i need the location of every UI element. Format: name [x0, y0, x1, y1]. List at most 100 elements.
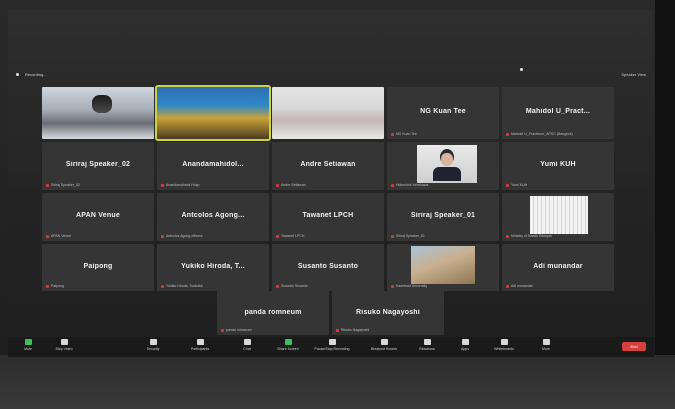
- participant-tile[interactable]: panda romneum panda romneum: [217, 291, 329, 335]
- muted-mic-icon: [391, 234, 394, 238]
- participant-tile[interactable]: Adi munandar Adi munandar: [502, 244, 614, 291]
- participant-name: APAN Venue: [76, 212, 120, 220]
- participant-label: APAN Venue: [51, 234, 72, 238]
- participant-label: Adi munandar: [511, 284, 533, 288]
- muted-mic-icon: [391, 132, 394, 136]
- participant-tile[interactable]: APAN Venue APAN Venue: [42, 193, 154, 241]
- participant-tile[interactable]: Andre Setiawan Andre Setiawan: [272, 142, 384, 190]
- participant-label: Kasetsart University: [396, 284, 428, 288]
- participants-icon: [196, 339, 204, 345]
- stop-video-button[interactable]: Stop Video: [44, 339, 84, 356]
- participant-tile[interactable]: NG Kuan Tee NG Kuan Tee: [387, 87, 499, 139]
- participant-tile[interactable]: Paipong Paipong: [42, 244, 154, 291]
- muted-mic-icon: [276, 234, 279, 238]
- person-suit: [433, 167, 461, 181]
- participant-tile[interactable]: Anandamahidol... Anandamahidol Hosp: [157, 142, 269, 190]
- participant-label: Risuko Nagayoshi: [341, 328, 370, 332]
- whiteboards-label: Whiteboards: [494, 347, 514, 351]
- muted-mic-icon: [46, 234, 49, 238]
- recording-label: Recording...: [25, 72, 47, 77]
- view-switcher[interactable]: Speaker View: [621, 72, 646, 77]
- participant-tile[interactable]: Siriraj Speaker_02 Siriraj Speaker_02: [42, 142, 154, 190]
- participant-tile[interactable]: Siriraj Speaker_01 Siriraj Speaker_01: [387, 193, 499, 241]
- view-label[interactable]: Speaker View: [621, 72, 646, 77]
- muted-mic-icon: [161, 284, 164, 288]
- share-screen-label: Share Screen: [277, 347, 299, 351]
- participant-label: Mahidol U_Practicum_APSC (Bangkok): [511, 132, 573, 136]
- participant-tile-active-speaker[interactable]: [155, 85, 271, 141]
- participant-label: Anandamahidol Hosp: [166, 183, 200, 187]
- breakout-rooms-button[interactable]: Breakout Rooms: [364, 339, 404, 356]
- participant-name: Yukiko Hiroda, T...: [181, 262, 245, 270]
- muted-mic-icon: [161, 234, 164, 238]
- share-screen-button[interactable]: Share Screen: [268, 339, 308, 356]
- reactions-button[interactable]: Reactions: [407, 339, 447, 356]
- more-label: More: [542, 347, 550, 351]
- whiteboard-icon: [500, 339, 508, 345]
- recording-button-label: Pause/Stop Recording: [314, 347, 350, 351]
- person-face: [441, 153, 453, 166]
- participant-tile[interactable]: Ministry of Health Ethiopia: [502, 193, 614, 241]
- participant-name: Paipong: [83, 262, 113, 270]
- muted-mic-icon: [336, 328, 339, 332]
- participant-tile[interactable]: Tawanet LPCH Tawanet LPCH: [272, 193, 384, 241]
- meeting-topbar: Recording... Speaker View: [8, 10, 654, 80]
- participant-label: Hidemichi Yonekawa: [396, 183, 429, 187]
- breakout-icon: [380, 339, 388, 345]
- participant-name: Tawanet LPCH: [302, 212, 354, 220]
- participant-tile[interactable]: Mahidol U_Pract... Mahidol U_Practicum_A…: [502, 87, 614, 139]
- camera-icon: [60, 339, 68, 345]
- apps-icon: [461, 339, 469, 345]
- chat-label: Chat: [243, 347, 251, 351]
- microphone-icon: [24, 339, 32, 345]
- participant-label: Tawanet LPCH: [281, 234, 305, 238]
- breakout-rooms-label: Breakout Rooms: [370, 347, 398, 351]
- end-meeting-button[interactable]: End: [622, 342, 646, 351]
- security-button[interactable]: Security: [133, 339, 173, 356]
- muted-mic-icon: [506, 284, 509, 288]
- participant-tile[interactable]: [272, 87, 384, 139]
- security-label: Security: [146, 347, 160, 351]
- apps-button[interactable]: Apps: [445, 339, 485, 356]
- participant-name: panda romneum: [244, 308, 302, 316]
- mute-button[interactable]: Mute: [8, 339, 48, 356]
- muted-mic-icon: [506, 183, 509, 187]
- participant-tile[interactable]: Susanto Susanto Susanto Susanto: [272, 244, 384, 291]
- participant-tile[interactable]: Risuko Nagayoshi Risuko Nagayoshi: [332, 291, 444, 335]
- participant-tile[interactable]: Antcolos Agong... Antcolos Agong officer…: [157, 193, 269, 241]
- muted-mic-icon: [46, 183, 49, 187]
- more-button[interactable]: More: [526, 339, 566, 356]
- participant-tile[interactable]: Yumi KUH Yumi KUH: [502, 142, 614, 190]
- participant-video: [530, 196, 588, 234]
- record-icon: [328, 339, 336, 345]
- participant-name: Andre Setiawan: [300, 161, 356, 169]
- status-dot-icon: [520, 68, 523, 71]
- whiteboards-button[interactable]: Whiteboards: [484, 339, 524, 356]
- participant-name: NG Kuan Tee: [420, 107, 466, 115]
- participant-name: Mahidol U_Pract...: [525, 107, 591, 115]
- recording-button[interactable]: Pause/Stop Recording: [312, 339, 352, 356]
- desk-surface: [0, 355, 675, 409]
- participant-name: Siriraj Speaker_02: [65, 161, 131, 169]
- muted-mic-icon: [161, 183, 164, 187]
- participants-button[interactable]: Participants: [180, 339, 220, 356]
- participant-tile[interactable]: Kasetsart University: [387, 244, 499, 291]
- muted-mic-icon: [276, 183, 279, 187]
- muted-mic-icon: [276, 284, 279, 288]
- monitor-bezel: [655, 0, 675, 409]
- muted-mic-icon: [391, 284, 394, 288]
- chat-button[interactable]: Chat: [227, 339, 267, 356]
- participant-name: Adi munandar: [533, 262, 583, 270]
- participant-label: Siriraj Speaker_01: [396, 234, 425, 238]
- reactions-label: Reactions: [419, 347, 435, 351]
- participant-label: NG Kuan Tee: [396, 132, 417, 136]
- share-screen-icon: [284, 339, 292, 345]
- participant-tile[interactable]: [42, 87, 154, 139]
- chat-icon: [243, 339, 251, 345]
- muted-mic-icon: [391, 183, 394, 187]
- participant-name: Siriraj Speaker_01: [410, 212, 476, 220]
- meeting-toolbar: Mute Stop Video Security Participants Ch…: [8, 337, 654, 357]
- participant-tile[interactable]: Hidemichi Yonekawa: [387, 142, 499, 190]
- reactions-icon: [423, 339, 431, 345]
- participant-tile[interactable]: Yukiko Hiroda, T... Yukiko Hiroda, Tsuku…: [157, 244, 269, 291]
